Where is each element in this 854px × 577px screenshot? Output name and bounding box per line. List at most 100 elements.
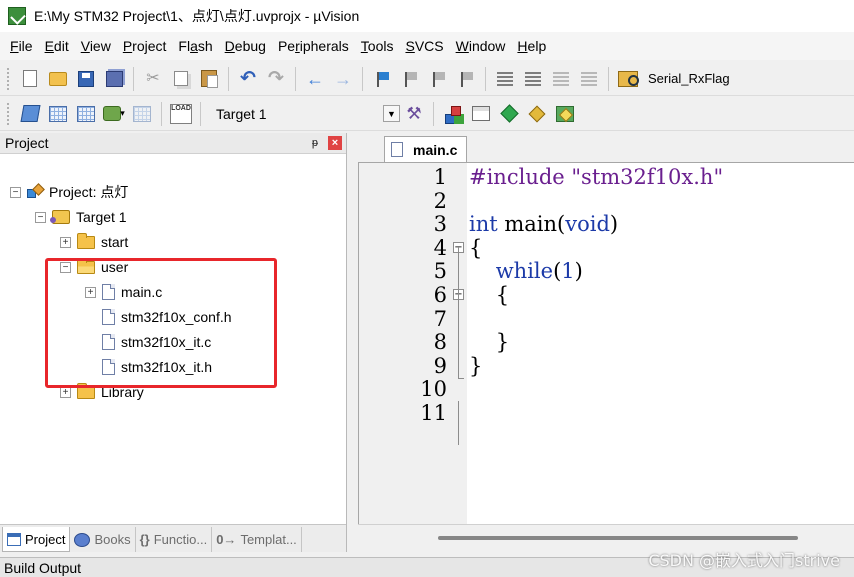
tree-item-project[interactable]: − Project: 点灯 [10, 180, 128, 204]
new-file-icon [23, 70, 37, 87]
build-button[interactable] [46, 102, 70, 126]
menu-item-1[interactable]: Edit [39, 38, 75, 54]
device-database-button[interactable] [553, 102, 577, 126]
scrollbar-thumb[interactable] [438, 536, 798, 540]
translate-button[interactable] [18, 102, 42, 126]
menu-item-9[interactable]: Window [450, 38, 512, 54]
stop-build-button[interactable] [130, 102, 154, 126]
uncomment-button[interactable] [577, 67, 601, 91]
pack-installer-button[interactable] [525, 102, 549, 126]
project-tree: − Project: 点灯 − Target 1 + start − user … [0, 154, 346, 524]
manage-run-time-env-button[interactable] [497, 102, 521, 126]
undo-button[interactable]: ↶ [236, 67, 260, 91]
load-icon: LOAD [170, 103, 192, 124]
toolbar-grip[interactable] [6, 66, 10, 91]
clear-bookmarks-button[interactable] [454, 67, 478, 91]
line-number: 10 [420, 377, 447, 402]
toolbar-grip[interactable] [6, 101, 10, 126]
code-line[interactable]: 1 #include "stm32f10x.h" [359, 165, 854, 189]
dropdown-arrow-icon[interactable]: ▾ [120, 108, 125, 119]
tab-main-c[interactable]: main.c [384, 136, 467, 162]
new-file-button[interactable] [18, 67, 42, 91]
code-line[interactable]: 9} [359, 354, 854, 378]
menu-item-5[interactable]: Debug [219, 38, 272, 54]
code-line[interactable]: 6− { [359, 283, 854, 307]
menu-item-10[interactable]: Help [511, 38, 552, 54]
tab-templates[interactable]: 0→ Templat... [212, 527, 302, 552]
code-text-area[interactable]: 1 #include "stm32f10x.h" 2 3 int main(void) 4… [358, 162, 854, 525]
open-file-button[interactable] [46, 67, 70, 91]
tree-item-file-main-c[interactable]: + main.c [85, 280, 162, 304]
batch-build-button[interactable]: ▾ [102, 102, 126, 126]
code-line[interactable]: 4−{ [359, 236, 854, 260]
code-line[interactable]: 5 while(1) [359, 259, 854, 283]
tree-item-group-library[interactable]: + Library [60, 380, 144, 404]
unindent-button[interactable] [521, 67, 545, 91]
navigate-forward-button[interactable]: → [331, 67, 355, 91]
magic-wand-icon: ⚒ [406, 104, 422, 123]
tab-project[interactable]: Project [2, 527, 71, 552]
code-line[interactable]: 7 [359, 307, 854, 331]
menu-item-4[interactable]: Flash [172, 38, 218, 54]
next-bookmark-button[interactable] [426, 67, 450, 91]
menu-item-6[interactable]: Peripherals [272, 38, 355, 54]
save-button[interactable] [74, 67, 98, 91]
fold-guide-end [458, 378, 464, 379]
tree-item-target[interactable]: − Target 1 [35, 205, 127, 229]
menu-item-3[interactable]: Project [117, 38, 173, 54]
insert-bookmark-button[interactable] [370, 67, 394, 91]
expand-icon[interactable]: + [85, 286, 96, 298]
find-in-files-button[interactable] [616, 67, 640, 91]
target-options-button[interactable]: ⚒ [402, 102, 426, 126]
collapse-icon[interactable]: − [10, 186, 21, 198]
code-line[interactable]: 3 int main(void) [359, 212, 854, 236]
previous-bookmark-button[interactable] [398, 67, 422, 91]
copy-button[interactable] [169, 67, 193, 91]
line-number: 3 [433, 212, 447, 237]
menu-item-8[interactable]: SVCS [399, 38, 449, 54]
download-button[interactable]: LOAD [169, 102, 193, 126]
watermark: CSDN @嵌入式入门strive [648, 551, 840, 570]
cut-button[interactable]: ✂ [141, 67, 165, 91]
tree-item-file-it-c[interactable]: stm32f10x_it.c [85, 330, 211, 354]
code-line[interactable]: 10 [359, 377, 854, 401]
comment-button[interactable] [549, 67, 573, 91]
save-all-icon [105, 70, 123, 87]
arrow-left-icon: ← [306, 68, 324, 89]
redo-button[interactable]: ↷ [264, 67, 288, 91]
toolbar-separator [608, 66, 609, 91]
code-text: { [469, 283, 510, 307]
paste-button[interactable] [197, 67, 221, 91]
save-all-button[interactable] [102, 67, 126, 91]
chevron-down-icon[interactable]: ▼ [383, 105, 400, 122]
tree-item-group-start[interactable]: + start [60, 230, 128, 254]
close-icon[interactable]: × [328, 136, 342, 150]
manage-project-items-button[interactable] [441, 102, 465, 126]
tab-functions[interactable]: {} Functio... [136, 527, 213, 552]
folder-icon [77, 382, 95, 399]
collapse-icon[interactable]: − [35, 211, 46, 223]
menu-item-2[interactable]: View [75, 38, 117, 54]
find-text-combo[interactable]: Serial_RxFlag [648, 71, 730, 86]
target-select[interactable]: Target 1 ▼ [210, 102, 400, 126]
menu-item-0[interactable]: File [4, 38, 39, 54]
code-line[interactable]: 2 [359, 189, 854, 213]
menu-item-7[interactable]: Tools [355, 38, 400, 54]
indent-button[interactable] [493, 67, 517, 91]
tab-books[interactable]: Books [70, 527, 136, 552]
tree-item-group-user[interactable]: − user [60, 255, 128, 279]
tree-item-file-conf-h[interactable]: stm32f10x_conf.h [85, 305, 232, 329]
expand-icon[interactable]: + [60, 386, 71, 398]
code-line[interactable]: 8 } [359, 330, 854, 354]
clipboard-icon [201, 70, 218, 88]
build-output-title: Build Output [4, 559, 82, 576]
rebuild-button[interactable] [74, 102, 98, 126]
code-line[interactable]: 11 [359, 401, 854, 425]
expand-icon[interactable]: + [60, 236, 71, 248]
collapse-icon[interactable]: − [60, 261, 71, 273]
tree-item-file-it-h[interactable]: stm32f10x_it.h [85, 355, 212, 379]
scissors-icon: ✂ [146, 69, 160, 87]
navigate-back-button[interactable]: ← [303, 67, 327, 91]
pin-icon[interactable]: ᵽ [312, 137, 318, 149]
select-window-button[interactable] [469, 102, 493, 126]
